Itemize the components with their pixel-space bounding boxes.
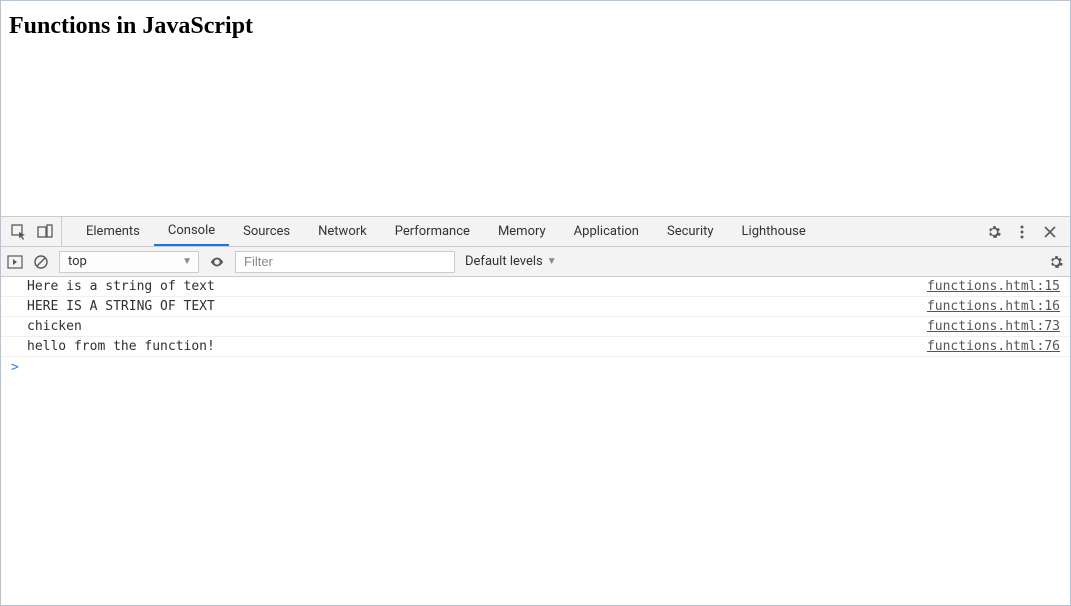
tab-label: Lighthouse [742, 224, 806, 239]
log-source-link[interactable]: functions.html:76 [927, 339, 1060, 354]
tabbar-left-icons [7, 217, 62, 246]
tab-lighthouse[interactable]: Lighthouse [728, 217, 820, 246]
page-content: Functions in JavaScript [1, 1, 1070, 216]
tab-label: Console [168, 223, 215, 238]
tab-label: Sources [243, 224, 290, 239]
chevron-down-icon: ▼ [182, 256, 192, 267]
tab-elements[interactable]: Elements [72, 217, 154, 246]
context-select-value: top [68, 254, 87, 269]
levels-select[interactable]: Default levels ▼ [465, 254, 557, 269]
tabbar-right-controls [986, 224, 1064, 240]
devtools-tabbar: Elements Console Sources Network Perform… [1, 217, 1070, 247]
tab-label: Elements [86, 224, 140, 239]
tab-label: Memory [498, 224, 546, 239]
tab-label: Application [574, 224, 639, 239]
log-row: hello from the function! functions.html:… [1, 337, 1070, 357]
context-select[interactable]: top ▼ [59, 251, 199, 273]
devtools-panel: Elements Console Sources Network Perform… [1, 216, 1070, 605]
console-toolbar: top ▼ Default levels ▼ [1, 247, 1070, 277]
log-source-link[interactable]: functions.html:15 [927, 279, 1060, 294]
log-row: chicken functions.html:73 [1, 317, 1070, 337]
tab-label: Security [667, 224, 714, 239]
tab-performance[interactable]: Performance [381, 217, 484, 246]
toggle-sidebar-icon[interactable] [7, 254, 23, 270]
prompt-chevron-icon: > [11, 360, 19, 375]
close-icon[interactable] [1042, 224, 1058, 240]
eye-icon[interactable] [209, 254, 225, 270]
chevron-down-icon: ▼ [547, 256, 557, 267]
log-message: hello from the function! [27, 339, 215, 354]
log-row: HERE IS A STRING OF TEXT functions.html:… [1, 297, 1070, 317]
log-message: chicken [27, 319, 82, 334]
tab-security[interactable]: Security [653, 217, 728, 246]
console-prompt[interactable]: > [1, 357, 1070, 377]
tab-sources[interactable]: Sources [229, 217, 304, 246]
console-body: Here is a string of text functions.html:… [1, 277, 1070, 605]
devtools-tabs: Elements Console Sources Network Perform… [72, 217, 820, 246]
log-source-link[interactable]: functions.html:16 [927, 299, 1060, 314]
inspect-element-icon[interactable] [11, 224, 27, 240]
log-row: Here is a string of text functions.html:… [1, 277, 1070, 297]
tab-application[interactable]: Application [560, 217, 653, 246]
log-message: HERE IS A STRING OF TEXT [27, 299, 215, 314]
tab-label: Network [318, 224, 367, 239]
tab-label: Performance [395, 224, 470, 239]
page-title: Functions in JavaScript [9, 13, 1062, 40]
settings-icon[interactable] [986, 224, 1002, 240]
more-icon[interactable] [1014, 224, 1030, 240]
tab-console[interactable]: Console [154, 217, 229, 246]
log-message: Here is a string of text [27, 279, 215, 294]
log-source-link[interactable]: functions.html:73 [927, 319, 1060, 334]
device-toolbar-icon[interactable] [37, 224, 53, 240]
tab-memory[interactable]: Memory [484, 217, 560, 246]
tab-network[interactable]: Network [304, 217, 381, 246]
levels-select-label: Default levels [465, 254, 543, 269]
toolbar-right [1048, 254, 1064, 270]
clear-console-icon[interactable] [33, 254, 49, 270]
filter-input[interactable] [235, 251, 455, 273]
console-settings-icon[interactable] [1048, 254, 1064, 270]
